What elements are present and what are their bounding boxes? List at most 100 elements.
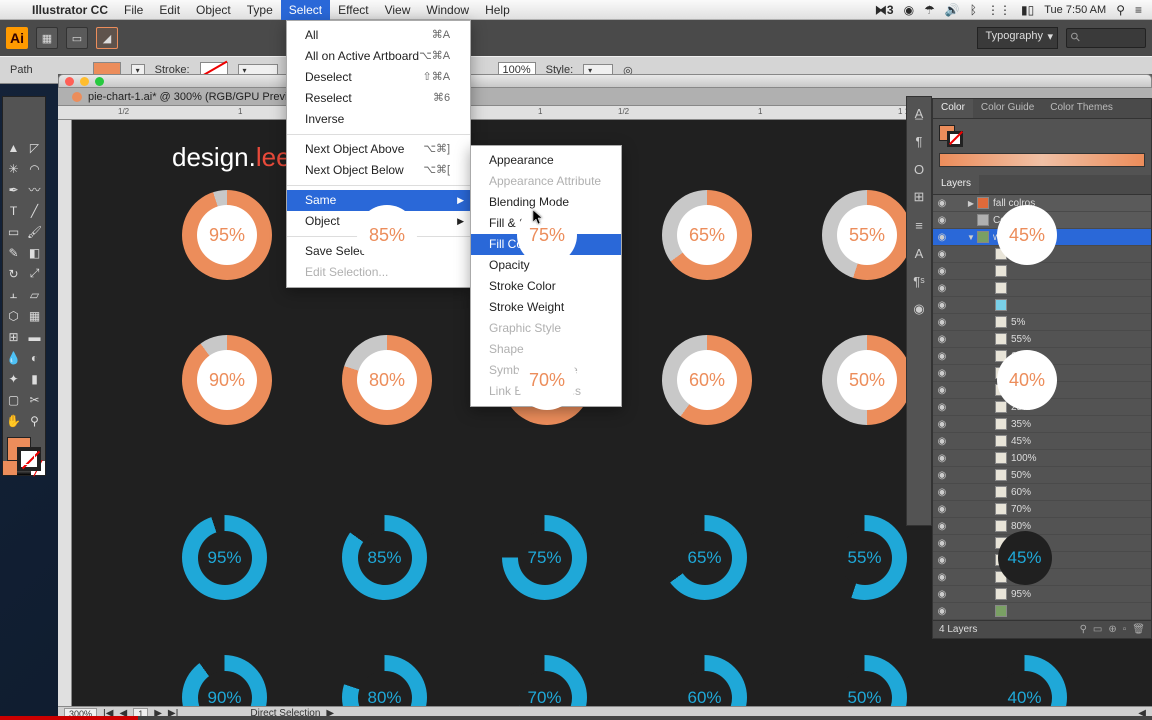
layer-row[interactable]: ◉5% xyxy=(933,314,1151,331)
menuitem-next-object-above[interactable]: Next Object Above⌥⌘] xyxy=(287,139,470,160)
visibility-icon[interactable]: ◉ xyxy=(933,385,951,396)
locate-layer-icon[interactable]: ⚲ xyxy=(1080,624,1087,635)
type-tool[interactable]: T xyxy=(3,200,24,221)
layer-row[interactable]: ◉55% xyxy=(933,331,1151,348)
bridge-icon[interactable]: ▦ xyxy=(36,27,58,49)
graph-tool[interactable]: ▮ xyxy=(24,368,45,389)
pie-chart-90[interactable]: 90% xyxy=(182,655,267,706)
paintbrush-tool[interactable]: 🖌 xyxy=(24,221,45,242)
zoom-button[interactable] xyxy=(95,77,104,86)
glyphs-panel-icon[interactable]: ⊞ xyxy=(911,189,927,205)
visibility-icon[interactable]: ◉ xyxy=(933,606,951,617)
visibility-icon[interactable]: ◉ xyxy=(933,470,951,481)
pie-chart-85[interactable]: 85% xyxy=(342,515,427,600)
pie-chart-60[interactable]: 60% xyxy=(662,335,752,425)
pie-chart-50[interactable]: 50% xyxy=(822,655,907,706)
layer-row[interactable]: ◉80% xyxy=(933,518,1151,535)
layer-row[interactable]: ◉45% xyxy=(933,433,1151,450)
shape-builder[interactable]: ⬡ xyxy=(3,305,24,326)
layer-row[interactable]: ◉95% xyxy=(933,586,1151,603)
blend-tool[interactable]: ◐ xyxy=(24,347,45,368)
magic-wand-tool[interactable]: ✳ xyxy=(3,158,24,179)
visibility-icon[interactable]: ◉ xyxy=(933,232,951,243)
pen-tool[interactable]: ✒ xyxy=(3,179,24,200)
pie-chart-50[interactable]: 50% xyxy=(822,335,912,425)
artboard-tool[interactable]: ▢ xyxy=(3,389,24,410)
tab-color-guide[interactable]: Color Guide xyxy=(973,99,1042,118)
twisty-icon[interactable]: ▼ xyxy=(965,233,977,242)
rotate-tool[interactable]: ↻ xyxy=(3,263,24,284)
spotlight-icon[interactable]: ⚲ xyxy=(1116,3,1125,17)
visibility-icon[interactable]: ◉ xyxy=(933,249,951,260)
visibility-icon[interactable]: ◉ xyxy=(933,436,951,447)
stroke-panel-icon[interactable]: ≡ xyxy=(911,217,927,233)
visibility-icon[interactable]: ◉ xyxy=(933,589,951,600)
clock[interactable]: Tue 7:50 AM xyxy=(1044,4,1106,16)
visibility-icon[interactable]: ◉ xyxy=(933,317,951,328)
char-styles-icon[interactable]: A xyxy=(911,245,927,261)
visibility-icon[interactable]: ◉ xyxy=(933,572,951,583)
menuitem-stroke-weight[interactable]: Stroke Weight xyxy=(471,297,621,318)
menuitem-appearance[interactable]: Appearance xyxy=(471,150,621,171)
pie-chart-65[interactable]: 65% xyxy=(662,190,752,280)
pie-chart-80[interactable]: 80% xyxy=(342,655,427,706)
para-styles-icon[interactable]: ¶ˢ xyxy=(911,273,927,289)
visibility-icon[interactable]: ◉ xyxy=(933,521,951,532)
mesh-tool[interactable]: ⊞ xyxy=(3,326,24,347)
slice-tool[interactable]: ✂ xyxy=(24,389,45,410)
visibility-icon[interactable]: ◉ xyxy=(933,215,951,226)
eraser-tool[interactable]: ◧ xyxy=(24,242,45,263)
menuitem-deselect[interactable]: Deselect⇧⌘A xyxy=(287,67,470,88)
tab-color-themes[interactable]: Color Themes xyxy=(1042,99,1121,118)
visibility-icon[interactable]: ◉ xyxy=(933,402,951,413)
pie-chart-60[interactable]: 60% xyxy=(662,655,747,706)
visibility-icon[interactable]: ◉ xyxy=(933,198,951,209)
visibility-icon[interactable]: ◉ xyxy=(933,419,951,430)
menu-edit[interactable]: Edit xyxy=(151,0,188,20)
visibility-icon[interactable]: ◉ xyxy=(933,368,951,379)
wifi-icon[interactable]: ⋮⋮ xyxy=(987,3,1011,17)
close-button[interactable] xyxy=(65,77,74,86)
layer-row[interactable]: ◉100% xyxy=(933,450,1151,467)
menu-help[interactable]: Help xyxy=(477,0,518,20)
rectangle-tool[interactable]: ▭ xyxy=(3,221,24,242)
menu-file[interactable]: File xyxy=(116,0,151,20)
menu-select[interactable]: Select xyxy=(281,0,330,20)
fill-stroke-control[interactable] xyxy=(3,435,47,457)
visibility-icon[interactable]: ◉ xyxy=(933,283,951,294)
visibility-icon[interactable]: ◉ xyxy=(933,504,951,515)
pie-chart-80[interactable]: 80% xyxy=(342,335,432,425)
width-tool[interactable]: ⫠ xyxy=(3,284,24,305)
visibility-icon[interactable]: ◉ xyxy=(933,555,951,566)
battery-icon[interactable]: ▮▯ xyxy=(1021,3,1034,17)
visibility-icon[interactable]: ◉ xyxy=(933,453,951,464)
menu-effect[interactable]: Effect xyxy=(330,0,376,20)
menuitem-next-object-below[interactable]: Next Object Below⌥⌘[ xyxy=(287,160,470,181)
visibility-icon[interactable]: ◉ xyxy=(933,351,951,362)
creative-cloud-icon[interactable]: ⧓3 xyxy=(875,3,894,17)
arrange-icon[interactable]: ▭ xyxy=(66,27,88,49)
minimize-button[interactable] xyxy=(80,77,89,86)
tab-layers[interactable]: Layers xyxy=(933,175,979,194)
pie-chart-70[interactable]: 70% xyxy=(502,655,587,706)
color-spectrum[interactable] xyxy=(939,153,1145,167)
sync-icon[interactable]: ◉ xyxy=(904,3,914,17)
menu-window[interactable]: Window xyxy=(418,0,477,20)
pie-chart-55[interactable]: 55% xyxy=(822,515,907,600)
menuitem-inverse[interactable]: Inverse xyxy=(287,109,470,130)
gradient-tool[interactable]: ▬ xyxy=(24,326,45,347)
panel-fill-stroke[interactable] xyxy=(939,125,967,147)
curvature-tool[interactable]: 〰 xyxy=(24,179,45,200)
zoom-tool[interactable]: ⚲ xyxy=(24,410,45,431)
menu-object[interactable]: Object xyxy=(188,0,239,20)
pie-chart-55[interactable]: 55% xyxy=(822,190,912,280)
lasso-tool[interactable]: ◠ xyxy=(24,158,45,179)
layer-row[interactable]: ◉ xyxy=(933,603,1151,620)
visibility-icon[interactable]: ◉ xyxy=(933,334,951,345)
direct-selection-tool[interactable]: ◸ xyxy=(24,137,45,158)
stock-icon[interactable]: ◢ xyxy=(96,27,118,49)
search-input[interactable] xyxy=(1066,28,1146,48)
eyedropper-tool[interactable]: 💧 xyxy=(3,347,24,368)
layer-row[interactable]: ◉ xyxy=(933,263,1151,280)
volume-icon[interactable]: 🔊 xyxy=(945,3,960,17)
